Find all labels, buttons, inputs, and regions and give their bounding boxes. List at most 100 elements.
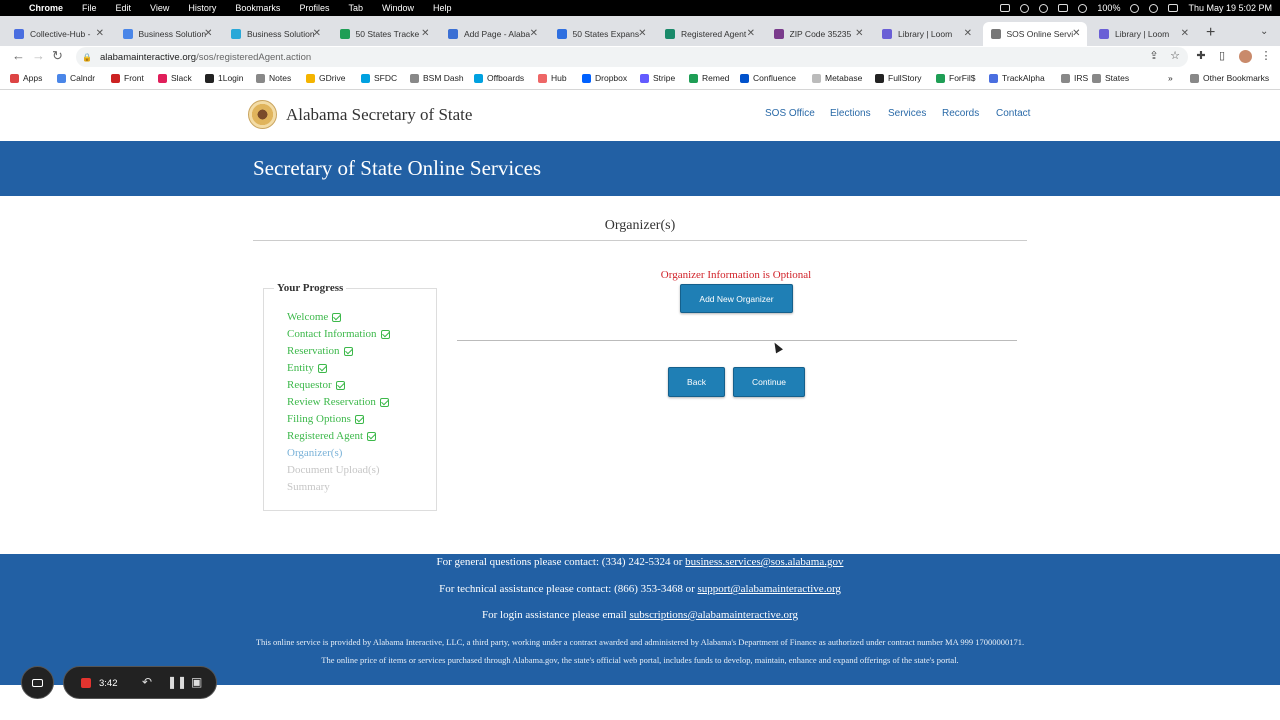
tab-close-icon[interactable]: ✕ [421,28,429,39]
more-menu-icon[interactable]: ⋮ [1260,50,1272,62]
browser-tab[interactable]: Collective-Hub - ✕ [6,22,110,46]
bookmark-offboards[interactable]: Offboards [474,73,524,83]
stop-recording-icon[interactable] [81,678,91,688]
browser-tab[interactable]: Library | Loom ✕ [874,22,978,46]
display-icon[interactable] [1058,4,1069,12]
tab-close-icon[interactable]: ✕ [313,28,321,39]
menu-tab[interactable]: Tab [348,3,363,13]
tab-close-icon[interactable]: ✕ [530,28,538,39]
bookmark-bsm-dash[interactable]: BSM Dash [410,73,464,83]
browser-tab[interactable]: Business Solution ✕ [223,22,327,46]
browser-tab[interactable]: ZIP Code 35235 ✕ [766,22,870,46]
menu-view[interactable]: View [150,3,169,13]
progress-step[interactable]: Organizer(s) [287,447,342,459]
menu-app-name[interactable]: Chrome [29,3,63,13]
extensions-icon[interactable]: ✚ [1195,50,1207,62]
forward-arrow-icon[interactable]: → [32,48,45,63]
state-seal-logo[interactable] [248,100,277,129]
address-bar[interactable]: 🔒 alabamainteractive.org/sos/registeredA… [76,47,1188,67]
progress-step[interactable]: Entity [287,362,327,374]
progress-step[interactable]: Filing Options [287,413,364,425]
share-icon[interactable]: ⇪ [1148,50,1160,62]
progress-step[interactable]: Reservation [287,345,353,357]
browser-tab[interactable]: SOS Online Servi ✕ [982,22,1087,46]
progress-step[interactable]: Registered Agent [287,430,377,442]
trash-icon[interactable]: ▣ [191,675,202,689]
creative-cloud-icon[interactable] [1039,3,1049,13]
tab-close-icon[interactable]: ✕ [964,28,972,39]
menu-history[interactable]: History [188,3,216,13]
bookmark-star-icon[interactable]: ☆ [1169,50,1181,62]
tab-search-icon[interactable]: ⌄ [1260,26,1268,37]
continue-button[interactable]: Continue [733,367,805,397]
browser-tab[interactable]: Library | Loom ✕ [1091,22,1195,46]
browser-tab[interactable]: Add Page - Alaba ✕ [440,22,544,46]
browser-tab[interactable]: Registered Agent ✕ [657,22,761,46]
browser-tab[interactable]: 50 States Tracke ✕ [332,22,436,46]
menu-bookmarks[interactable]: Bookmarks [235,3,280,13]
progress-step[interactable]: Welcome [287,311,342,323]
new-tab-icon[interactable]: + [1206,24,1215,42]
reload-icon[interactable]: ↻ [52,48,63,64]
bookmark-states[interactable]: States [1092,73,1129,83]
side-panel-icon[interactable]: ▯ [1216,50,1228,62]
pause-icon[interactable]: ❚❚ [167,675,187,689]
nav-elections[interactable]: Elections [830,108,871,119]
undo-icon[interactable]: ↶ [142,675,152,689]
login-email-link[interactable]: subscriptions@alabamainteractive.org [630,609,798,621]
browser-tab[interactable]: 50 States Expans ✕ [549,22,653,46]
tab-close-icon[interactable]: ✕ [204,28,212,39]
bookmark-stripe[interactable]: Stripe [640,73,675,83]
bookmark-irs[interactable]: IRS [1061,73,1088,83]
bookmark-fullstory[interactable]: FullStory [875,73,922,83]
tab-close-icon[interactable]: ✕ [747,28,755,39]
add-new-organizer-button[interactable]: Add New Organizer [680,284,793,313]
nav-records[interactable]: Records [942,108,979,119]
search-icon[interactable] [1149,3,1159,13]
bookmark-remed[interactable]: Remed [689,73,729,83]
bookmark-slack[interactable]: Slack [158,73,192,83]
tab-close-icon[interactable]: ✕ [1072,28,1080,39]
bookmark-hub[interactable]: Hub [538,73,567,83]
bookmark-confluence[interactable]: Confluence [740,73,796,83]
menu-edit[interactable]: Edit [116,3,132,13]
bookmark-metabase[interactable]: Metabase [812,73,862,83]
focus-icon[interactable] [1020,3,1030,13]
tab-close-icon[interactable]: ✕ [1181,28,1189,39]
screen-record-icon[interactable] [1000,4,1011,12]
nav-sos-office[interactable]: SOS Office [765,108,815,119]
bookmark-calndr[interactable]: Calndr [57,73,95,83]
bookmark-front[interactable]: Front [111,73,144,83]
progress-step[interactable]: Contact Information [287,328,390,340]
wifi-icon[interactable] [1130,3,1140,13]
menu-window[interactable]: Window [382,3,414,13]
menu-file[interactable]: File [82,3,97,13]
tech-email-link[interactable]: support@alabamainteractive.org [698,583,841,595]
back-arrow-icon[interactable]: ← [12,48,25,63]
lock-icon[interactable]: 🔒 [82,53,92,62]
menu-clock[interactable]: Thu May 19 5:02 PM [1188,3,1272,13]
progress-step[interactable]: Review Reservation [287,396,389,408]
nav-services[interactable]: Services [888,108,926,119]
bookmark-apps[interactable]: Apps [10,73,42,83]
bookmark-1login[interactable]: 1Login [205,73,244,83]
bookmark-sfdc[interactable]: SFDC [361,73,397,83]
progress-step[interactable]: Requestor [287,379,345,391]
tab-close-icon[interactable]: ✕ [96,28,104,39]
bookmark-dropbox[interactable]: Dropbox [582,73,627,83]
battery-label[interactable]: 100% [1097,3,1120,13]
menu-help[interactable]: Help [433,3,452,13]
bookmarks-overflow-icon[interactable]: » [1168,73,1173,83]
other-bookmarks[interactable]: Other Bookmarks [1190,73,1269,83]
bookmark-forfil-[interactable]: ForFil$ [936,73,975,83]
tab-close-icon[interactable]: ✕ [855,28,863,39]
tab-close-icon[interactable]: ✕ [638,28,646,39]
nav-contact[interactable]: Contact [996,108,1030,119]
control-center-icon[interactable] [1168,4,1179,12]
recorder-camera-button[interactable] [21,666,54,699]
bookmark-notes[interactable]: Notes [256,73,291,83]
bookmark-gdrive[interactable]: GDrive [306,73,345,83]
general-email-link[interactable]: business.services@sos.alabama.gov [685,556,843,568]
bookmark-trackalpha[interactable]: TrackAlpha [989,73,1045,83]
profile-avatar[interactable] [1239,50,1252,63]
